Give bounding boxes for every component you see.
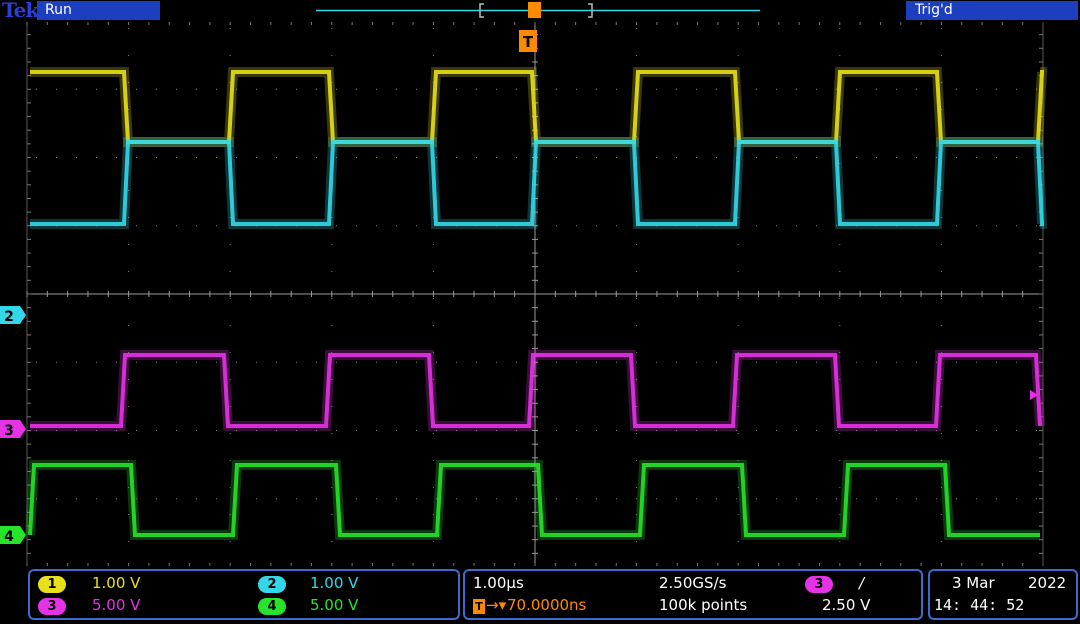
ch2-badge[interactable]: 2 [258,576,286,593]
svg-text:2: 2 [4,309,14,325]
year: 2022 [1028,574,1067,592]
trigger-position: 70.0000ns [507,596,587,614]
svg-text:4: 4 [4,529,14,545]
record-view-bar [166,1,902,20]
waveform-display: T 2 3 4 [0,0,1080,566]
date: 3 Mar [952,574,995,592]
ch3-badge[interactable]: 3 [38,598,66,615]
rising-edge-icon: / [859,574,865,592]
brand-logo: Tek [2,0,39,22]
ch1-badge[interactable]: 1 [38,576,66,593]
trigger-position-icon: T [473,599,485,614]
ch1-scale: 1.00 V [92,574,141,592]
timebase-trigger-panel[interactable]: 1.00µs 2.50GS/s T →▾ 70.0000ns 100k poin… [463,569,923,620]
ch3-scale: 5.00 V [92,596,141,614]
svg-text:T: T [523,33,534,51]
horizontal-scale: 1.00µs [473,574,524,592]
acquisition-status[interactable]: Run [37,1,160,20]
datetime-panel: 3 Mar 2022 14: 44: 52 [928,569,1078,620]
svg-text:3: 3 [4,423,14,439]
record-length: 100k points [659,596,748,614]
status-bar: Tek Run Trig'd [0,0,1080,22]
readout-bar: 1 1.00 V 2 1.00 V 3 5.00 V 4 5.00 V 1.00… [0,566,1080,624]
ch4-badge[interactable]: 4 [258,598,286,615]
trigger-position-marker[interactable]: T [519,30,537,52]
sample-rate: 2.50GS/s [659,574,727,592]
channel-scale-panel[interactable]: 1 1.00 V 2 1.00 V 3 5.00 V 4 5.00 V [28,569,460,620]
trigger-source-badge[interactable]: 3 [805,576,833,593]
ch2-scale: 1.00 V [310,574,359,592]
time: 14: 44: 52 [934,596,1025,614]
ch4-scale: 5.00 V [310,596,359,614]
arrow-right-icon: →▾ [486,596,507,614]
trigger-status[interactable]: Trig'd [906,1,1078,20]
trigger-level: 2.50 V [822,596,871,614]
